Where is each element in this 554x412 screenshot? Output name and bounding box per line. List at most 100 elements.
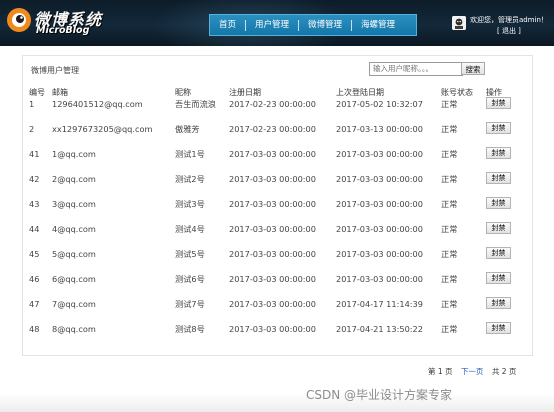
cell-id: 44 [29, 224, 40, 234]
table-row: 43 3@qq.com 测试3号 2017-03-03 00:00:00 2017-03… [23, 197, 532, 217]
cell-last-login: 2017-03-03 00:00:00 [336, 174, 423, 184]
cell-last-login: 2017-04-17 11:14:39 [336, 299, 423, 309]
cell-nickname: 测试2号 [175, 174, 205, 184]
logout-link[interactable]: [ 退出 ] [497, 26, 521, 36]
next-page-link[interactable]: 下一页 [461, 367, 484, 376]
cell-status: 正常 [441, 124, 458, 134]
cell-email: 8@qq.com [52, 324, 96, 334]
table-row: 1 1296401512@qq.com 吾生而流浪 2017-02-23 00:00:… [23, 97, 532, 117]
cell-nickname: 测试6号 [175, 274, 205, 284]
cell-id: 41 [29, 149, 40, 159]
eye-logo-icon [7, 8, 31, 32]
cell-id: 47 [29, 299, 40, 309]
cell-email: 1@qq.com [52, 149, 96, 159]
cell-status: 正常 [441, 224, 458, 234]
cell-last-login: 2017-03-03 00:00:00 [336, 274, 423, 284]
cell-register-date: 2017-02-23 00:00:00 [229, 99, 316, 109]
cell-id: 1 [29, 99, 35, 109]
cell-email: 3@qq.com [52, 199, 96, 209]
cell-nickname: 测试5号 [175, 249, 205, 259]
cell-nickname: 傲雅芳 [175, 124, 200, 134]
cell-last-login: 2017-03-03 00:00:00 [336, 149, 423, 159]
cell-id: 42 [29, 174, 40, 184]
main-nav: 首页 用户管理 微博管理 海螺管理 [209, 14, 417, 36]
cell-status: 正常 [441, 274, 458, 284]
cell-email: 5@qq.com [52, 249, 96, 259]
ban-button[interactable]: 封禁 [486, 97, 511, 109]
table-row: 41 1@qq.com 测试1号 2017-03-03 00:00:00 2017-03… [23, 147, 532, 167]
brand-name-en: MicroBlog [36, 25, 90, 36]
cell-status: 正常 [441, 149, 458, 159]
bottom-shade [0, 394, 554, 412]
cell-register-date: 2017-03-03 00:00:00 [229, 174, 316, 184]
cell-status: 正常 [441, 324, 458, 334]
cell-register-date: 2017-03-03 00:00:00 [229, 224, 316, 234]
cell-last-login: 2017-03-03 00:00:00 [336, 224, 423, 234]
ban-button[interactable]: 封禁 [486, 147, 511, 159]
cell-id: 46 [29, 274, 40, 284]
watermark: CSDN @毕业设计方案专家 [306, 388, 453, 402]
cell-nickname: 测试1号 [175, 149, 205, 159]
nav-item-home[interactable]: 首页 [210, 15, 245, 35]
current-page: 第 1 页 [428, 367, 453, 376]
cell-status: 正常 [441, 249, 458, 259]
cell-status: 正常 [441, 199, 458, 209]
cell-register-date: 2017-03-03 00:00:00 [229, 299, 316, 309]
cell-email: 4@qq.com [52, 224, 96, 234]
cell-register-date: 2017-03-03 00:00:00 [229, 199, 316, 209]
cell-nickname: 测试7号 [175, 299, 205, 309]
pagination: 第 1 页 下一页 共 2 页 [428, 366, 522, 377]
cell-register-date: 2017-03-03 00:00:00 [229, 274, 316, 284]
nav-item-weibo-management[interactable]: 微博管理 [299, 15, 351, 35]
user-management-panel: 微博用户管理 搜索 编号 邮箱 昵称 注册日期 上次登陆日期 账号状态 操作 1… [22, 55, 533, 356]
cell-last-login: 2017-05-02 10:32:07 [336, 99, 423, 109]
search-input[interactable] [369, 62, 463, 76]
table-row: 46 6@qq.com 测试6号 2017-03-03 00:00:00 2017-03… [23, 272, 532, 292]
ban-button[interactable]: 封禁 [486, 222, 511, 234]
ban-button[interactable]: 封禁 [486, 122, 511, 134]
ban-button[interactable]: 封禁 [486, 172, 511, 184]
user-avatar-icon [452, 16, 466, 30]
ban-button[interactable]: 封禁 [486, 247, 511, 259]
ban-button[interactable]: 封禁 [486, 322, 511, 334]
cell-nickname: 测试3号 [175, 199, 205, 209]
panel-title: 微博用户管理 [31, 66, 79, 75]
cell-last-login: 2017-03-03 00:00:00 [336, 199, 423, 209]
cell-id: 45 [29, 249, 40, 259]
ban-button[interactable]: 封禁 [486, 272, 511, 284]
table-row: 2 xx1297673205@qq.com 傲雅芳 2017-02-23 00:00:… [23, 122, 532, 142]
search-button[interactable]: 搜索 [461, 62, 485, 75]
cell-register-date: 2017-03-03 00:00:00 [229, 149, 316, 159]
nav-item-conch-management[interactable]: 海螺管理 [352, 15, 404, 35]
welcome-text: 欢迎您，管理员admin！ [470, 16, 548, 24]
table-row: 48 8@qq.com 测试8号 2017-03-03 00:00:00 2017-04… [23, 322, 532, 342]
cell-email: 6@qq.com [52, 274, 96, 284]
nav-item-user-management[interactable]: 用户管理 [246, 15, 298, 35]
cell-email: 2@qq.com [52, 174, 96, 184]
cell-last-login: 2017-03-03 00:00:00 [336, 249, 423, 259]
cell-nickname: 吾生而流浪 [175, 99, 216, 109]
cell-id: 43 [29, 199, 40, 209]
cell-register-date: 2017-03-03 00:00:00 [229, 249, 316, 259]
cell-email: xx1297673205@qq.com [52, 124, 153, 134]
cell-register-date: 2017-03-03 00:00:00 [229, 324, 316, 334]
cell-id: 2 [29, 124, 35, 134]
cell-email: 7@qq.com [52, 299, 96, 309]
cell-nickname: 测试4号 [175, 224, 205, 234]
cell-status: 正常 [441, 299, 458, 309]
table-row: 47 7@qq.com 测试7号 2017-03-03 00:00:00 2017-04… [23, 297, 532, 317]
ban-button[interactable]: 封禁 [486, 197, 511, 209]
cell-last-login: 2017-04-21 13:50:22 [336, 324, 423, 334]
table-row: 45 5@qq.com 测试5号 2017-03-03 00:00:00 2017-03… [23, 247, 532, 267]
cell-register-date: 2017-02-23 00:00:00 [229, 124, 316, 134]
ban-button[interactable]: 封禁 [486, 297, 511, 309]
table-row: 42 2@qq.com 测试2号 2017-03-03 00:00:00 2017-03… [23, 172, 532, 192]
cell-status: 正常 [441, 174, 458, 184]
top-header: 微博系统 MicroBlog 首页 用户管理 微博管理 海螺管理 欢迎您，管理员… [0, 0, 554, 46]
cell-status: 正常 [441, 99, 458, 109]
cell-id: 48 [29, 324, 40, 334]
total-pages: 共 2 页 [491, 367, 517, 376]
cell-last-login: 2017-03-13 00:00:00 [336, 124, 423, 134]
cell-nickname: 测试8号 [175, 324, 205, 334]
cell-email: 1296401512@qq.com [52, 99, 143, 109]
